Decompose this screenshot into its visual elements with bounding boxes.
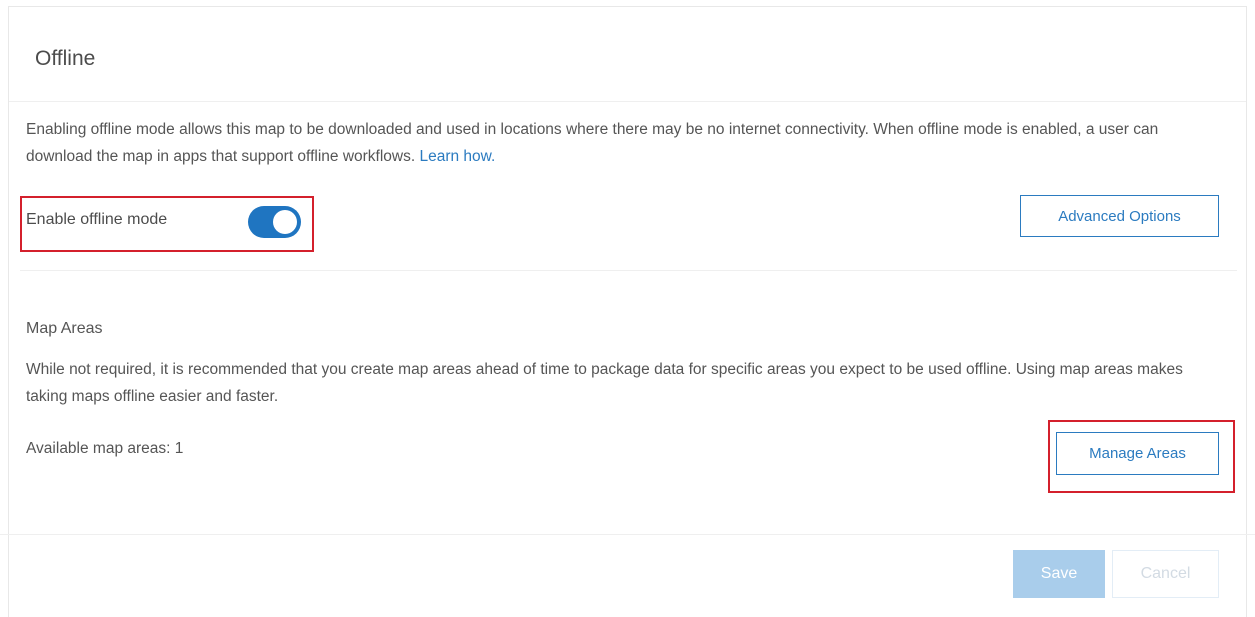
map-areas-description: While not required, it is recommended th… — [26, 361, 1183, 405]
enable-offline-toggle[interactable] — [248, 206, 301, 238]
available-map-areas: Available map areas: 1 — [26, 440, 184, 457]
advanced-options-button[interactable]: Advanced Options — [1020, 195, 1219, 237]
header-divider — [9, 101, 1246, 102]
map-areas-title: Map Areas — [26, 320, 103, 337]
save-button[interactable]: Save — [1013, 550, 1105, 598]
enable-offline-label: Enable offline mode — [26, 211, 168, 228]
intro-description: Enabling offline mode allows this map to… — [26, 116, 1226, 170]
panel-title: Offline — [35, 47, 96, 70]
offline-settings-panel: Offline — [8, 6, 1247, 617]
cancel-button[interactable]: Cancel — [1112, 550, 1219, 598]
toggle-knob — [273, 210, 297, 234]
intro-text: Enabling offline mode allows this map to… — [26, 121, 1159, 165]
manage-areas-button[interactable]: Manage Areas — [1056, 432, 1219, 475]
section-divider — [20, 270, 1237, 271]
footer-divider — [0, 534, 1255, 535]
learn-how-link[interactable]: Learn how. — [419, 148, 495, 165]
